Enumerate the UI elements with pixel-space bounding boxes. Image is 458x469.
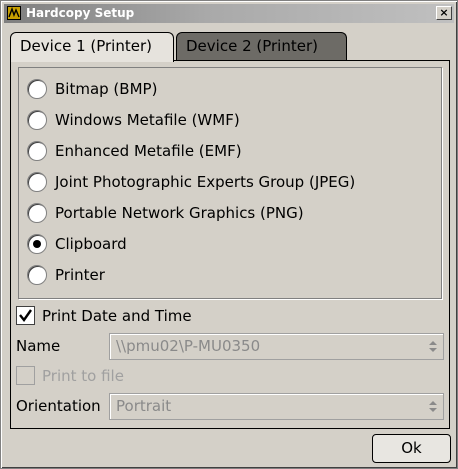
tab-device-2[interactable]: Device 2 (Printer) [176, 32, 347, 60]
name-value: \\pmu02\P-MU0350 [116, 337, 261, 355]
radio-label: Portable Network Graphics (PNG) [55, 204, 304, 222]
hardcopy-setup-dialog: Hardcopy Setup × Device 1 (Printer) Devi… [0, 0, 458, 469]
radio-selected-dot-icon [33, 240, 41, 248]
radio-button-icon[interactable] [27, 79, 47, 99]
checkbox[interactable] [16, 306, 35, 325]
ok-button[interactable]: Ok [372, 434, 451, 463]
radio-button-icon[interactable] [27, 234, 47, 254]
title-bar[interactable]: Hardcopy Setup × [4, 4, 454, 23]
print-to-file-label: Print to file [42, 367, 124, 385]
radio-button-icon[interactable] [27, 172, 47, 192]
name-select[interactable]: \\pmu02\P-MU0350 [109, 333, 444, 360]
radio-label: Windows Metafile (WMF) [55, 111, 240, 129]
radio-button-icon[interactable] [27, 141, 47, 161]
checkmark-icon [19, 309, 32, 323]
radio-label: Printer [55, 266, 105, 284]
close-icon: × [439, 6, 449, 19]
name-label: Name [16, 337, 61, 355]
app-logo-icon [7, 6, 21, 20]
radio-button-icon[interactable] [27, 265, 47, 285]
radio-label: Bitmap (BMP) [55, 80, 158, 98]
radio-label: Enhanced Metafile (EMF) [55, 142, 242, 160]
window-title: Hardcopy Setup [26, 6, 135, 20]
orientation-select[interactable]: Portrait [109, 393, 444, 420]
radio-label: Clipboard [55, 235, 127, 253]
radio-button-icon[interactable] [27, 110, 47, 130]
radio-label: Joint Photographic Experts Group (JPEG) [55, 173, 356, 191]
radio-button-icon[interactable] [27, 203, 47, 223]
updown-arrow-icon [429, 341, 437, 352]
print-date-time-label: Print Date and Time [42, 307, 192, 325]
orientation-label: Orientation [16, 397, 101, 415]
tab-device-1[interactable]: Device 1 (Printer) [10, 32, 174, 62]
checkbox[interactable] [16, 366, 35, 385]
updown-arrow-icon [429, 401, 437, 412]
close-button[interactable]: × [436, 6, 452, 20]
orientation-value: Portrait [116, 397, 172, 415]
